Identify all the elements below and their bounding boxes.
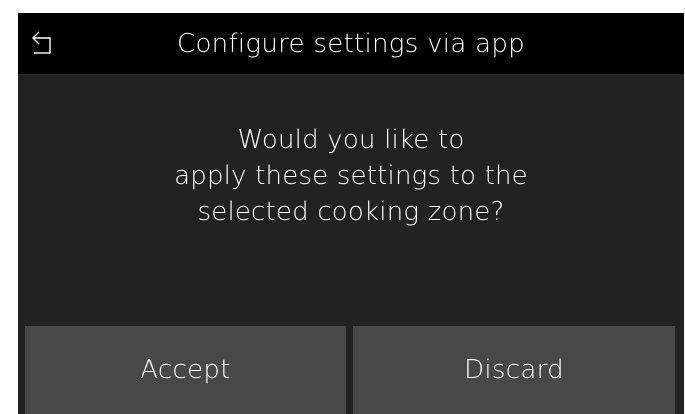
app-screen: Configure settings via app Would you lik… [18, 13, 684, 414]
back-arrow-icon [30, 28, 56, 60]
dialog-message: Would you like to apply these settings t… [18, 122, 684, 230]
back-button[interactable] [18, 13, 68, 74]
accept-button[interactable]: Accept [25, 326, 346, 414]
accept-button-label: Accept [140, 355, 231, 385]
message-line: Would you like to [237, 125, 465, 155]
header-bar: Configure settings via app [18, 13, 684, 74]
message-line: selected cooking zone? [197, 197, 505, 227]
dialog-content: Would you like to apply these settings t… [18, 74, 684, 414]
message-line: apply these settings to the [174, 161, 528, 191]
discard-button-label: Discard [464, 355, 564, 385]
page-title: Configure settings via app [177, 29, 525, 59]
discard-button[interactable]: Discard [353, 326, 675, 414]
